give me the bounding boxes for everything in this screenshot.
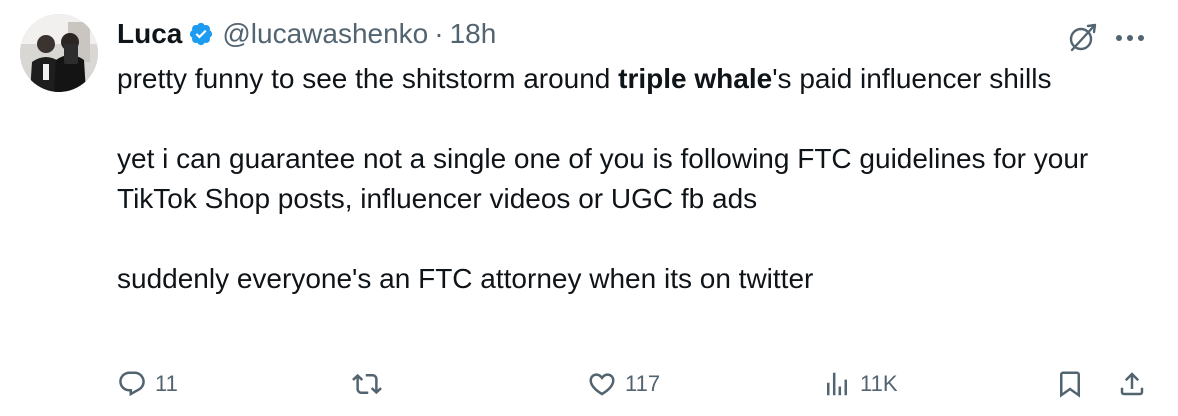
text-segment: 's paid influencer shills: [772, 63, 1052, 94]
share-button[interactable]: [1117, 360, 1147, 408]
tweet-paragraph-3: suddenly everyone's an FTC attorney when…: [117, 263, 814, 294]
tweet-paragraph-1: pretty funny to see the shitstorm around…: [117, 59, 1147, 99]
reply-count: 11: [155, 371, 178, 396]
tweet[interactable]: Luca @lucawashenko · 18h pretty funny to…: [0, 0, 1178, 416]
heart-icon: [587, 369, 617, 399]
display-name[interactable]: Luca: [117, 14, 182, 54]
more-dots-icon[interactable]: [1110, 18, 1150, 58]
separator-dot: ·: [434, 18, 444, 49]
share-icon: [1117, 369, 1147, 399]
grok-icon[interactable]: [1062, 18, 1102, 58]
bookmark-icon: [1055, 369, 1085, 399]
views-count: 11K: [860, 371, 898, 396]
bookmark-button[interactable]: [1055, 360, 1085, 408]
tweet-text: pretty funny to see the shitstorm around…: [117, 59, 1147, 299]
tweet-header: Luca @lucawashenko · 18h: [117, 14, 496, 54]
reply-icon: [117, 369, 147, 399]
handle[interactable]: @lucawashenko: [222, 14, 428, 54]
avatar[interactable]: [20, 14, 98, 92]
like-button[interactable]: 117: [587, 360, 660, 408]
reply-button[interactable]: 11: [117, 360, 178, 408]
text-segment: pretty funny to see the shitstorm around: [117, 63, 619, 94]
views-button[interactable]: 11K: [822, 360, 898, 408]
retweet-icon: [352, 369, 382, 399]
views-chart-icon: [822, 369, 852, 399]
bold-mention: triple whale: [618, 63, 773, 94]
timestamp[interactable]: 18h: [450, 14, 497, 54]
like-count: 117: [625, 371, 661, 396]
tweet-paragraph-2: yet i can guarantee not a single one of …: [117, 143, 1089, 214]
verified-badge-icon[interactable]: [188, 21, 214, 47]
retweet-button[interactable]: [352, 360, 382, 408]
action-bar: 11 117 11K: [0, 360, 1178, 408]
